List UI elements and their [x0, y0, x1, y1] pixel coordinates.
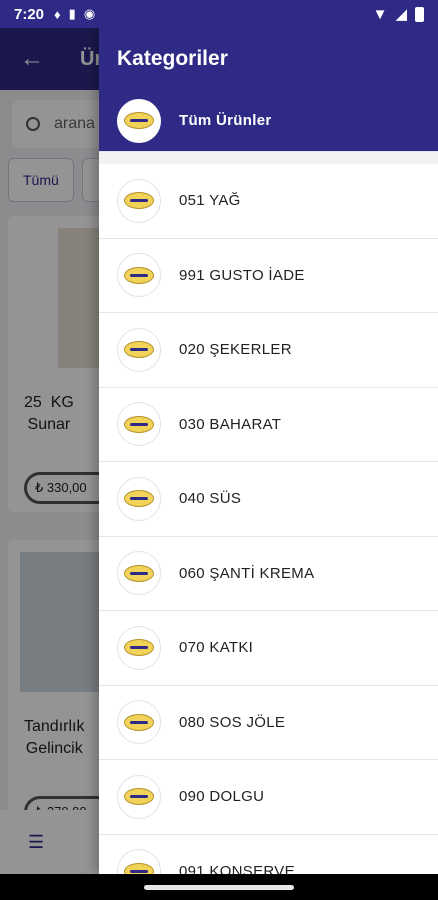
category-label: 090 DOLGU	[179, 788, 265, 806]
brand-logo-icon	[124, 490, 154, 508]
brand-logo-icon	[124, 415, 154, 433]
brand-logo-icon	[124, 112, 154, 129]
divider	[99, 152, 438, 164]
status-bar: 7:20 ♦ ▮ ◉ ▼ ◢	[0, 0, 438, 28]
sync-icon: ◉	[83, 6, 96, 21]
category-avatar	[117, 849, 161, 874]
drawer-title: Kategoriler	[99, 28, 438, 90]
brand-logo-icon	[124, 564, 154, 582]
category-label: 991 GUSTO İADE	[179, 266, 305, 284]
category-item[interactable]: 091 KONSERVE	[99, 834, 438, 874]
category-label: 020 ŞEKERLER	[179, 341, 292, 359]
category-avatar	[117, 178, 161, 223]
category-label: 051 YAĞ	[179, 192, 241, 210]
signal-icon: ◢	[395, 6, 407, 23]
category-item[interactable]: 070 KATKI	[99, 611, 438, 686]
notification-icon: ♦	[54, 6, 61, 22]
category-item[interactable]: 060 ŞANTİ KREMA	[99, 536, 438, 611]
home-gesture-handle[interactable]	[144, 884, 294, 890]
category-label: 070 KATKI	[179, 639, 254, 657]
battery-icon	[415, 6, 424, 22]
category-avatar	[117, 700, 161, 745]
category-avatar	[117, 253, 161, 298]
category-item[interactable]: 090 DOLGU	[99, 760, 438, 835]
category-item[interactable]: 991 GUSTO İADE	[99, 238, 438, 313]
category-avatar	[117, 402, 161, 447]
status-right-icons: ▼ ◢	[373, 5, 424, 23]
category-item-all-products[interactable]: Tüm Ürünler	[99, 90, 438, 152]
category-avatar	[117, 98, 161, 143]
brand-logo-icon	[124, 639, 154, 657]
category-avatar	[117, 551, 161, 596]
category-label: 080 SOS JÖLE	[179, 713, 286, 731]
category-avatar	[117, 476, 161, 521]
category-item[interactable]: 030 BAHARAT	[99, 387, 438, 462]
category-avatar	[117, 327, 161, 372]
brand-logo-icon	[124, 788, 154, 806]
wifi-icon: ▼	[372, 5, 388, 23]
category-label: 040 SÜS	[179, 490, 242, 508]
category-label: 030 BAHARAT	[179, 415, 282, 433]
brand-logo-icon	[124, 713, 154, 731]
status-time: 7:20	[14, 5, 45, 23]
brand-logo-icon	[124, 862, 154, 874]
category-item[interactable]: 020 ŞEKERLER	[99, 313, 438, 388]
category-item[interactable]: 080 SOS JÖLE	[99, 685, 438, 760]
categories-drawer: Kategoriler Tüm Ürünler 051 YAĞ 991 GUST…	[99, 28, 438, 874]
category-list: Tüm Ürünler 051 YAĞ 991 GUSTO İADE 020 Ş…	[99, 90, 438, 874]
category-label: 060 ŞANTİ KREMA	[179, 564, 315, 582]
category-avatar	[117, 625, 161, 670]
category-label: Tüm Ürünler	[179, 112, 272, 129]
brand-logo-icon	[124, 266, 154, 284]
category-item[interactable]: 051 YAĞ	[99, 164, 438, 239]
brand-logo-icon	[124, 192, 154, 210]
category-item[interactable]: 040 SÜS	[99, 462, 438, 537]
category-avatar	[117, 774, 161, 819]
category-label: 091 KONSERVE	[179, 862, 295, 874]
brand-logo-icon	[124, 341, 154, 359]
system-navigation-bar	[0, 874, 438, 900]
sim-card-icon: ▮	[68, 6, 76, 21]
